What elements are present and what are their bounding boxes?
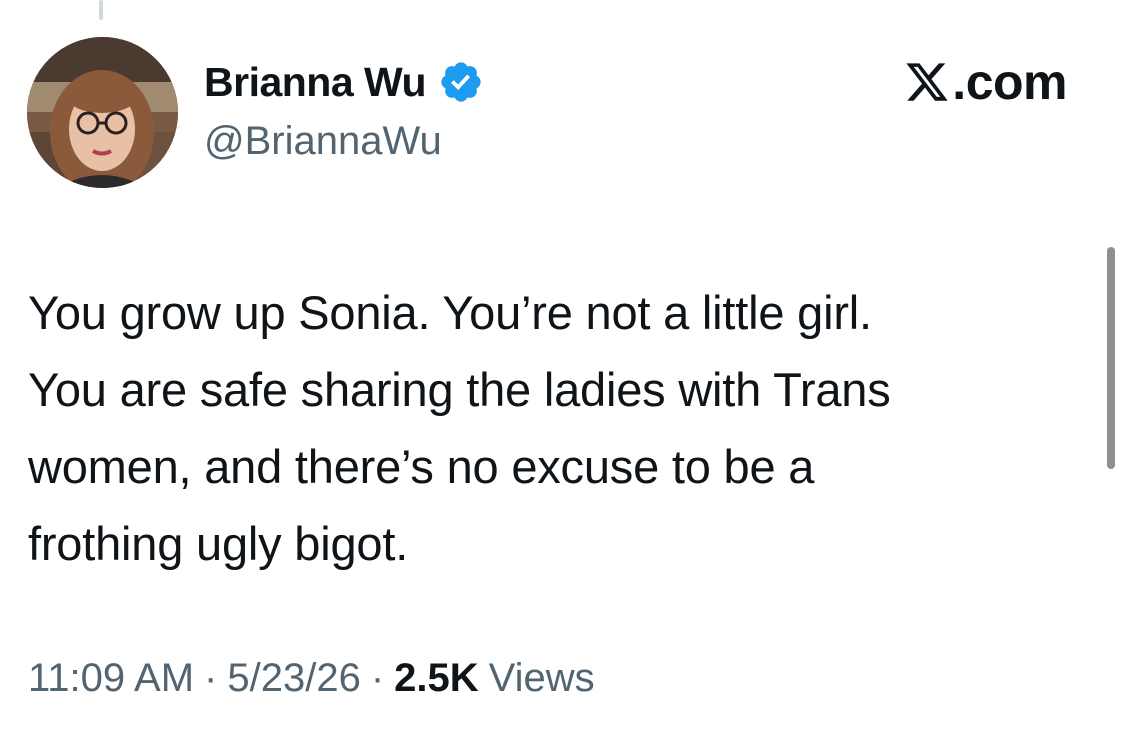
brand-watermark: .com [904, 52, 1067, 112]
verified-badge-icon [441, 62, 481, 102]
separator-dot: · [204, 656, 218, 700]
author-display-name[interactable]: Brianna Wu [204, 59, 427, 106]
separator-dot: · [370, 656, 385, 700]
tweet-body-text: You grow up Sonia. You’re not a little g… [28, 286, 891, 570]
tweet-time[interactable]: 11:09 AM [28, 656, 194, 701]
x-logo-icon [906, 63, 949, 101]
thread-connector-line [99, 0, 103, 20]
tweet-date[interactable]: 5/23/26 [227, 656, 360, 701]
views-label: Views [488, 656, 595, 700]
tweet-metadata: 11:09 AM · 5/23/26 · 2.5K Views [28, 656, 595, 701]
scrollbar-thumb[interactable] [1107, 247, 1115, 469]
author-handle[interactable]: @BriannaWu [204, 119, 442, 164]
views-count: 2.5K [394, 656, 479, 700]
avatar-photo [27, 37, 178, 188]
avatar[interactable] [27, 37, 178, 188]
author-name-row[interactable]: Brianna Wu [204, 56, 484, 108]
brand-domain-text: .com [952, 54, 1067, 110]
